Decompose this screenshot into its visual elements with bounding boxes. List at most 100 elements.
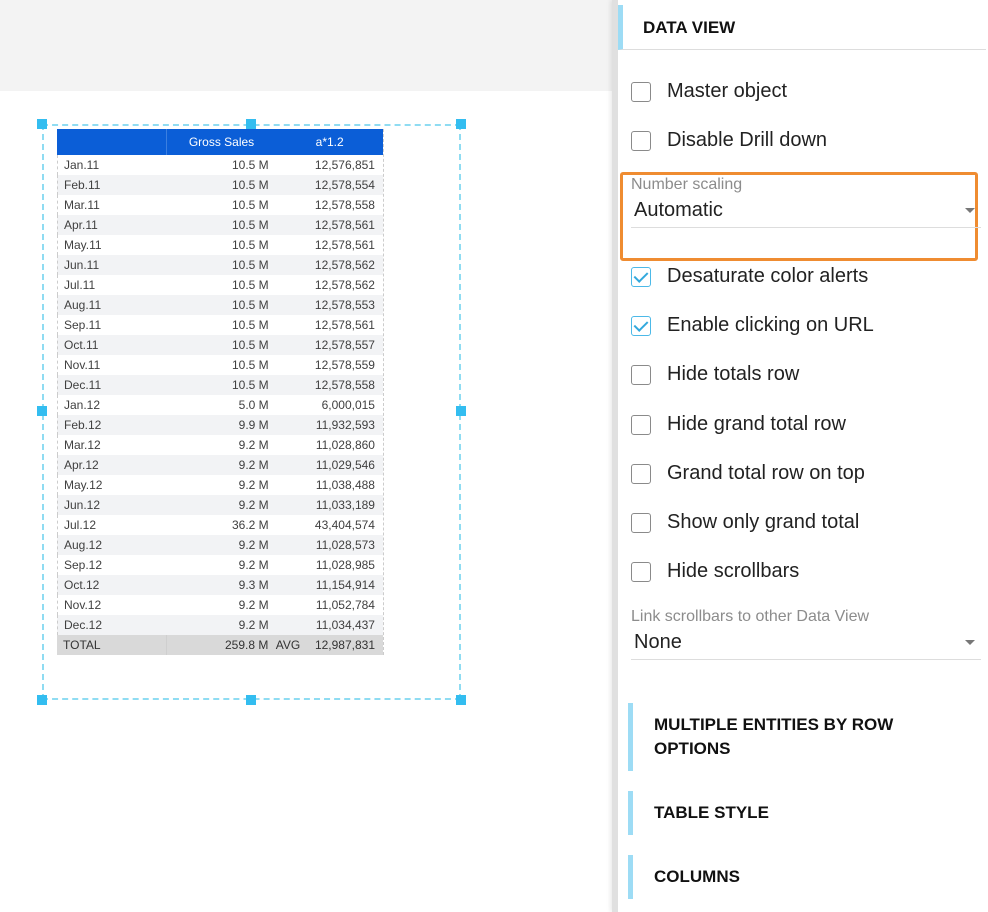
properties-panel: DATA VIEW Master object Disable Drill do… [612, 0, 988, 912]
cell-a12: 12,576,851 [314, 158, 375, 172]
table-row[interactable]: Mar.12 9.2 M 11,028,860 [57, 435, 383, 455]
column-header-a12[interactable]: a*1.2 [276, 135, 383, 149]
cell-gross-sales: 9.9 M [238, 418, 269, 432]
option-disable-drill-down[interactable]: Disable Drill down [631, 129, 827, 152]
resize-handle-top-center[interactable] [246, 119, 256, 129]
cell-a12: 11,028,985 [315, 558, 375, 572]
link-scrollbars-field[interactable]: Link scrollbars to other Data View None [631, 608, 981, 660]
table-row[interactable]: May.12 9.2 M 11,038,488 [57, 475, 383, 495]
cell-gross-sales: 9.2 M [238, 438, 269, 452]
cell-period: Oct.11 [64, 338, 99, 352]
option-hide-scrollbars[interactable]: Hide scrollbars [631, 560, 799, 583]
cell-gross-sales: 10.5 M [231, 318, 269, 332]
cell-a12: 12,578,561 [314, 238, 375, 252]
resize-handle-top-left[interactable] [37, 119, 47, 129]
table-row[interactable]: Jul.11 10.5 M 12,578,562 [57, 275, 383, 295]
checkbox-checked[interactable] [631, 266, 651, 287]
option-hide-totals-row[interactable]: Hide totals row [631, 363, 799, 386]
table-row[interactable]: Nov.12 9.2 M 11,052,784 [57, 595, 383, 615]
checkbox[interactable] [631, 414, 651, 435]
cell-period: Jul.12 [64, 518, 97, 532]
number-scaling-value: Automatic [634, 199, 723, 221]
checkbox[interactable] [631, 561, 651, 582]
section-columns[interactable]: COLUMNS [628, 855, 968, 899]
column-header-gross-sales[interactable]: Gross Sales [167, 135, 277, 149]
cell-a12: 6,000,015 [321, 398, 375, 412]
checkbox-checked[interactable] [631, 315, 651, 336]
total-gross-sales: 259.8 M [224, 638, 269, 652]
table-row[interactable]: Oct.12 9.3 M 11,154,914 [57, 575, 383, 595]
table-row[interactable]: Sep.11 10.5 M 12,578,561 [57, 315, 383, 335]
cell-period: Jan.12 [64, 398, 101, 412]
cell-a12: 12,578,559 [314, 358, 375, 372]
table-row[interactable]: Apr.12 9.2 M 11,029,546 [57, 455, 383, 475]
table-row[interactable]: Sep.12 9.2 M 11,028,985 [57, 555, 383, 575]
resize-handle-top-right[interactable] [456, 119, 466, 129]
checkbox[interactable] [631, 364, 651, 385]
link-scrollbars-label: Link scrollbars to other Data View [631, 608, 870, 625]
option-desaturate-color-alerts[interactable]: Desaturate color alerts [631, 265, 868, 288]
cell-period: Apr.12 [64, 458, 99, 472]
table-row[interactable]: Oct.11 10.5 M 12,578,557 [57, 335, 383, 355]
cell-a12: 12,578,562 [314, 258, 375, 272]
table-row[interactable]: Jun.11 10.5 M 12,578,562 [57, 255, 383, 275]
cell-period: Jan.11 [64, 158, 100, 172]
cell-period: Aug.12 [64, 538, 103, 552]
table-row[interactable]: Jan.11 10.5 M 12,576,851 [57, 155, 383, 175]
section-data-view[interactable]: DATA VIEW [618, 5, 986, 50]
checkbox[interactable] [631, 130, 651, 151]
checkbox[interactable] [631, 81, 651, 102]
option-master-object[interactable]: Master object [631, 80, 787, 103]
cell-a12: 11,034,437 [315, 618, 375, 632]
table-row[interactable]: Aug.12 9.2 M 11,028,573 [57, 535, 383, 555]
table-row[interactable]: Jul.12 36.2 M 43,404,574 [57, 515, 383, 535]
resize-handle-bottom-left[interactable] [37, 695, 47, 705]
option-show-only-grand-total[interactable]: Show only grand total [631, 511, 859, 534]
cell-a12: 12,578,558 [314, 198, 375, 212]
cell-gross-sales: 10.5 M [231, 178, 269, 192]
option-enable-clicking-on-url[interactable]: Enable clicking on URL [631, 314, 874, 337]
table-row[interactable]: Feb.11 10.5 M 12,578,554 [57, 175, 383, 195]
cell-a12: 12,578,561 [314, 318, 375, 332]
cell-a12: 43,404,574 [314, 518, 375, 532]
option-hide-grand-total-row[interactable]: Hide grand total row [631, 413, 846, 436]
table-row[interactable]: May.11 10.5 M 12,578,561 [57, 235, 383, 255]
cell-period: Feb.11 [64, 178, 101, 192]
resize-handle-bottom-right[interactable] [456, 695, 466, 705]
link-scrollbars-select[interactable]: None [631, 626, 981, 660]
resize-handle-middle-left[interactable] [37, 406, 47, 416]
table-row[interactable]: Jun.12 9.2 M 11,033,189 [57, 495, 383, 515]
table-row[interactable]: Dec.12 9.2 M 11,034,437 [57, 615, 383, 635]
section-table-style[interactable]: TABLE STYLE [628, 791, 968, 835]
cell-gross-sales: 10.5 M [231, 218, 269, 232]
table-row[interactable]: Jan.12 5.0 M 6,000,015 [57, 395, 383, 415]
cell-period: Jul.11 [64, 278, 96, 292]
table-row[interactable]: Mar.11 10.5 M 12,578,558 [57, 195, 383, 215]
table-row[interactable]: Nov.11 10.5 M 12,578,559 [57, 355, 383, 375]
cell-period: Nov.12 [64, 598, 102, 612]
resize-handle-bottom-center[interactable] [246, 695, 256, 705]
number-scaling-select[interactable]: Automatic [631, 194, 981, 228]
cell-gross-sales: 10.5 M [231, 258, 269, 272]
number-scaling-field[interactable]: Number scaling Automatic [631, 176, 981, 228]
option-label: Grand total row on top [667, 462, 865, 484]
table-row[interactable]: Apr.11 10.5 M 12,578,561 [57, 215, 383, 235]
option-label: Desaturate color alerts [667, 265, 869, 287]
cell-a12: 11,028,860 [315, 438, 375, 452]
table-row[interactable]: Aug.11 10.5 M 12,578,553 [57, 295, 383, 315]
checkbox[interactable] [631, 463, 651, 484]
table-row[interactable]: Feb.12 9.9 M 11,932,593 [57, 415, 383, 435]
cell-period: Mar.12 [64, 438, 101, 452]
table-row[interactable]: Dec.11 10.5 M 12,578,558 [57, 375, 383, 395]
checkbox[interactable] [631, 512, 651, 533]
cell-gross-sales: 10.5 M [231, 338, 269, 352]
option-grand-total-row-on-top[interactable]: Grand total row on top [631, 462, 865, 485]
cell-gross-sales: 10.5 M [231, 298, 269, 312]
resize-handle-middle-right[interactable] [456, 406, 466, 416]
section-multiple-entities[interactable]: MULTIPLE ENTITIES BY ROW OPTIONS [628, 703, 968, 771]
cell-period: Mar.11 [64, 198, 100, 212]
column-header-period[interactable] [57, 129, 167, 155]
total-a12: 12,987,831 [314, 638, 375, 652]
cell-a12: 12,578,553 [314, 298, 375, 312]
cell-gross-sales: 9.2 M [238, 598, 269, 612]
